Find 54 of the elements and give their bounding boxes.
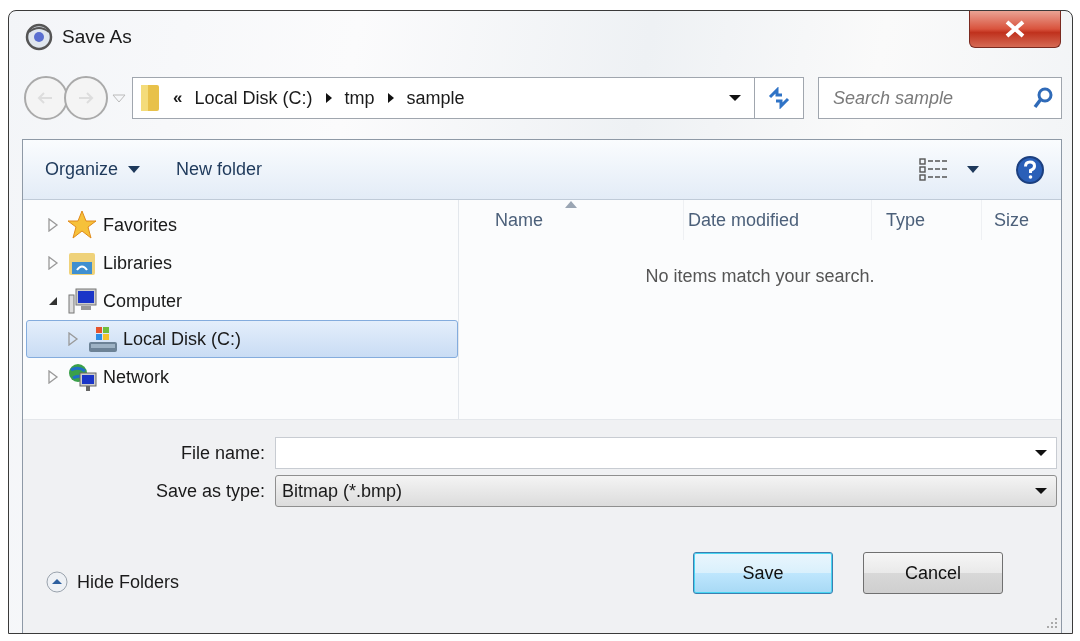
tree-item[interactable]: Local Disk (C:) (26, 320, 458, 358)
network-icon (67, 362, 97, 392)
collapse-up-icon (45, 570, 69, 594)
app-icon (24, 22, 54, 52)
tree-item[interactable]: Libraries (26, 244, 458, 282)
collapsed-arrow-icon[interactable] (47, 370, 59, 384)
dropdown-arrow-icon (128, 166, 141, 173)
empty-message: No items match your search. (644, 266, 876, 287)
hard-drive-icon (87, 324, 117, 354)
dropdown-arrow-icon (967, 166, 979, 173)
help-icon[interactable] (1015, 154, 1045, 185)
field-label: Save as type: (154, 480, 266, 502)
dropdown-arrow-icon[interactable] (728, 94, 742, 102)
new-folder-button[interactable]: New folder (176, 159, 263, 180)
organize-button[interactable]: Organize (45, 159, 141, 180)
breadcrumb-item[interactable]: sample (406, 87, 465, 109)
details-view-icon (919, 157, 949, 182)
tree-item[interactable]: Favorites (26, 206, 458, 244)
collapsed-arrow-icon[interactable] (47, 218, 59, 232)
window-title: Save As (62, 26, 132, 48)
computer-icon (67, 286, 97, 316)
address-bar[interactable]: « Local Disk (C:) tmp sample (132, 77, 755, 119)
search-field[interactable]: Search sample (818, 77, 1062, 119)
dropdown-arrow-icon (1034, 449, 1048, 457)
view-options-button[interactable] (919, 157, 979, 182)
tree-item[interactable]: Computer (26, 282, 458, 320)
refresh-icon (766, 87, 792, 109)
cancel-button[interactable]: Cancel (863, 552, 1003, 594)
refresh-button[interactable] (754, 77, 804, 119)
hide-folders-button[interactable]: Hide Folders (45, 570, 180, 594)
dropdown-arrow-icon (1034, 487, 1048, 495)
column-header[interactable]: Size (982, 200, 1061, 240)
overflow-chevron[interactable]: « (173, 88, 183, 108)
column-header[interactable]: Name (459, 200, 684, 240)
expanded-arrow-icon[interactable] (47, 295, 59, 307)
resize-grip-icon[interactable] (1046, 617, 1058, 629)
search-input[interactable]: Search sample (831, 86, 1033, 110)
search-icon[interactable] (1033, 87, 1053, 109)
collapsed-arrow-icon[interactable] (47, 256, 59, 270)
tree-item[interactable]: Network (26, 358, 458, 396)
breadcrumb-item[interactable]: tmp (344, 87, 375, 109)
file-type-dropdown[interactable]: Bitmap (*.bmp) (275, 475, 1057, 507)
folder-icon (139, 83, 161, 113)
column-header[interactable]: Type (872, 200, 982, 240)
separator-arrow-icon[interactable] (324, 92, 333, 104)
file-name-field[interactable] (275, 437, 1057, 469)
save-button[interactable]: Save (693, 552, 833, 594)
column-header[interactable]: Date modified (684, 200, 872, 240)
breadcrumb-item[interactable]: Local Disk (C:) (194, 87, 313, 109)
close-button[interactable] (969, 11, 1061, 48)
field-label: File name: (179, 442, 266, 464)
close-icon (1004, 20, 1026, 38)
star-icon (67, 210, 97, 240)
separator-arrow-icon[interactable] (386, 92, 395, 104)
